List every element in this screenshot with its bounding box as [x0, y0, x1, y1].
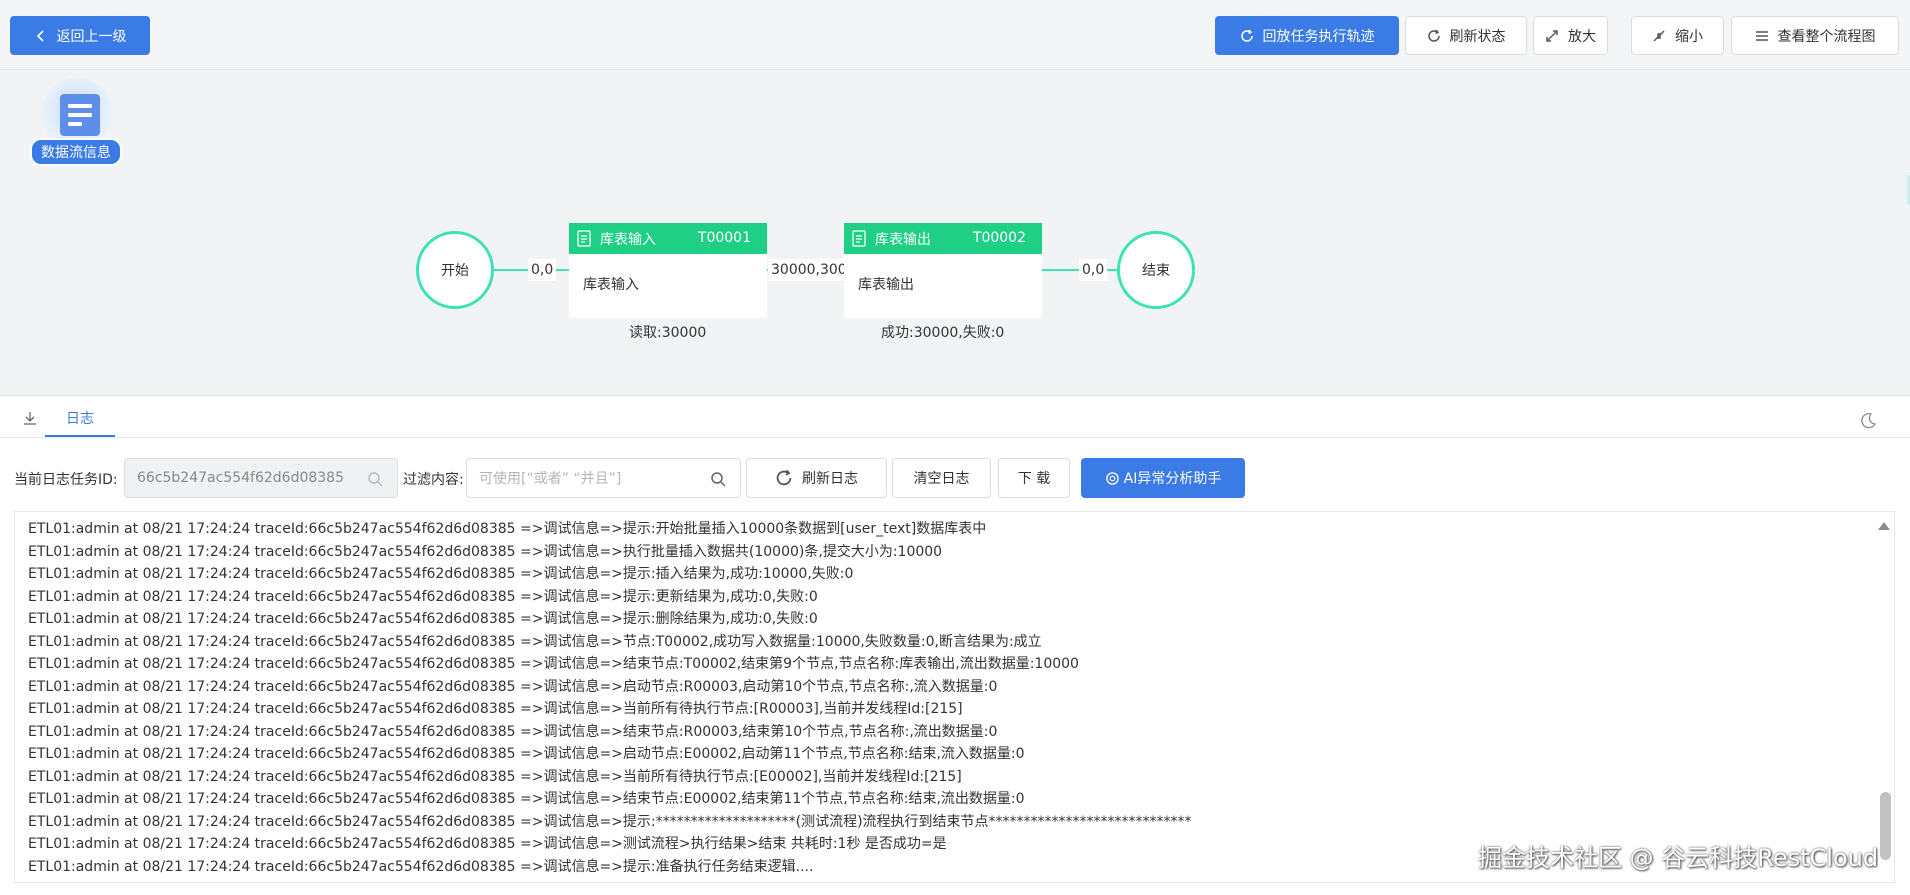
ai-analysis-button[interactable]: AI异常分析助手	[1081, 458, 1245, 498]
refresh-icon	[1240, 29, 1253, 42]
download-label: 下 载	[1017, 471, 1051, 487]
flow-canvas[interactable]: 数据流信息 开始 0,0 库表输入 T00001 库表输入 读取:30000 3…	[0, 70, 1910, 396]
top-toolbar: 返回上一级 回放任务执行轨迹 刷新状态 放大 缩小 查看整个流程图	[0, 0, 1910, 70]
task-node-header: 库表输入 T00001	[569, 223, 767, 254]
log-line: ETL01:admin at 08/21 17:24:24 traceId:66…	[28, 701, 963, 717]
end-node-label: 结束	[1142, 263, 1170, 279]
zoom-in-label: 放大	[1568, 28, 1596, 45]
refresh-status-label: 刷新状态	[1449, 28, 1506, 45]
watermark: 掘金技术社区 @ 谷云科技RestCloud	[1478, 844, 1879, 872]
document-icon	[852, 230, 866, 247]
list-icon	[1755, 30, 1768, 41]
filter-input[interactable]: 可使用[“或者” “并且”]	[466, 458, 741, 498]
chevron-left-icon	[36, 29, 44, 42]
start-node-label: 开始	[441, 263, 469, 279]
back-button-label: 返回上一级	[56, 28, 127, 45]
task-node-name: 库表输出	[875, 231, 931, 248]
replay-trace-button[interactable]: 回放任务执行轨迹	[1215, 16, 1399, 55]
dataflow-label: 数据流信息	[30, 138, 122, 166]
filter-placeholder: 可使用[“或者” “并且”]	[479, 471, 622, 487]
log-line: ETL01:admin at 08/21 17:24:24 traceId:66…	[28, 723, 998, 740]
search-icon	[368, 472, 383, 487]
refresh-log-button[interactable]: 刷新日志	[746, 458, 887, 498]
filter-label: 过滤内容:	[403, 472, 464, 488]
log-line: ETL01:admin at 08/21 17:24:24 traceId:66…	[28, 768, 962, 785]
tab-log[interactable]: 日志	[45, 400, 115, 437]
task-id-label: 当前日志任务ID:	[14, 472, 118, 488]
search-icon[interactable]	[710, 471, 726, 487]
log-tabs: 日志	[0, 400, 1910, 438]
task-node-id: T00001	[697, 230, 751, 246]
log-line: ETL01:admin at 08/21 17:24:24 traceId:66…	[28, 746, 1025, 762]
scroll-up-arrow[interactable]	[1878, 522, 1890, 530]
download-icon[interactable]	[22, 410, 38, 426]
task-id-value: 66c5b247ac554f62d6d08385	[137, 470, 344, 486]
task-node-body: 库表输入	[583, 277, 639, 293]
task-node-header: 库表输出 T00002	[844, 223, 1042, 254]
task-node-name: 库表输入	[600, 231, 656, 248]
log-line: ETL01:admin at 08/21 17:24:24 traceId:66…	[28, 566, 854, 582]
log-line: ETL01:admin at 08/21 17:24:24 traceId:66…	[28, 656, 1079, 672]
expand-icon	[1546, 29, 1558, 42]
edge-label: 30000,300	[768, 259, 845, 281]
log-line: ETL01:admin at 08/21 17:24:24 traceId:66…	[28, 813, 1192, 830]
start-node[interactable]: 开始	[416, 231, 494, 309]
tab-log-label: 日志	[66, 410, 94, 427]
refresh-log-label: 刷新日志	[802, 471, 858, 487]
replay-trace-label: 回放任务执行轨迹	[1262, 28, 1375, 45]
zoom-in-button[interactable]: 放大	[1533, 16, 1608, 55]
clear-log-button[interactable]: 清空日志	[892, 458, 991, 498]
end-node[interactable]: 结束	[1117, 231, 1195, 309]
task-node-stat: 成功:30000,失败:0	[881, 325, 1005, 341]
ai-analysis-label: AI异常分析助手	[1123, 471, 1222, 487]
zoom-out-button[interactable]: 缩小	[1631, 16, 1724, 55]
task-node[interactable]: 库表输入 T00001 库表输入	[569, 223, 767, 318]
edge-label: 0,0	[528, 259, 557, 281]
task-id-field[interactable]: 66c5b247ac554f62d6d08385	[124, 458, 398, 498]
task-node[interactable]: 库表输出 T00002 库表输出	[844, 223, 1042, 318]
task-node-body: 库表输出	[858, 277, 914, 293]
zoom-out-label: 缩小	[1675, 28, 1703, 45]
scroll-thumb[interactable]	[1880, 792, 1891, 860]
task-node-stat: 读取:30000	[629, 325, 707, 341]
log-panel[interactable]: ETL01:admin at 08/21 17:24:24 traceId:66…	[14, 511, 1895, 883]
dataflow-icon	[60, 94, 100, 136]
log-line: ETL01:admin at 08/21 17:24:24 traceId:66…	[28, 791, 1025, 807]
log-line: ETL01:admin at 08/21 17:24:24 traceId:66…	[28, 633, 1042, 650]
log-lines: ETL01:admin at 08/21 17:24:24 traceId:66…	[28, 518, 1864, 878]
shrink-icon	[1653, 30, 1665, 41]
moon-icon[interactable]	[1859, 412, 1877, 430]
log-line: ETL01:admin at 08/21 17:24:24 traceId:66…	[28, 521, 987, 537]
refresh-icon	[1427, 29, 1440, 42]
back-button[interactable]: 返回上一级	[10, 16, 150, 55]
task-node-id: T00002	[972, 230, 1026, 246]
log-line: ETL01:admin at 08/21 17:24:24 traceId:66…	[28, 678, 998, 695]
log-line: ETL01:admin at 08/21 17:24:24 traceId:66…	[28, 611, 818, 627]
clear-log-label: 清空日志	[913, 471, 970, 487]
view-full-flow-button[interactable]: 查看整个流程图	[1731, 16, 1899, 55]
refresh-status-button[interactable]: 刷新状态	[1405, 16, 1527, 55]
document-icon	[577, 230, 591, 247]
log-scrollbar[interactable]	[1876, 512, 1894, 882]
dataflow-info[interactable]: 数据流信息	[30, 76, 128, 166]
view-full-flow-label: 查看整个流程图	[1777, 28, 1876, 45]
openai-icon	[1105, 471, 1119, 485]
edge-label: 0,0	[1079, 259, 1108, 281]
refresh-icon	[776, 469, 792, 486]
download-button[interactable]: 下 载	[998, 458, 1070, 498]
log-line: ETL01:admin at 08/21 17:24:24 traceId:66…	[28, 543, 943, 560]
log-line: ETL01:admin at 08/21 17:24:24 traceId:66…	[28, 588, 818, 605]
